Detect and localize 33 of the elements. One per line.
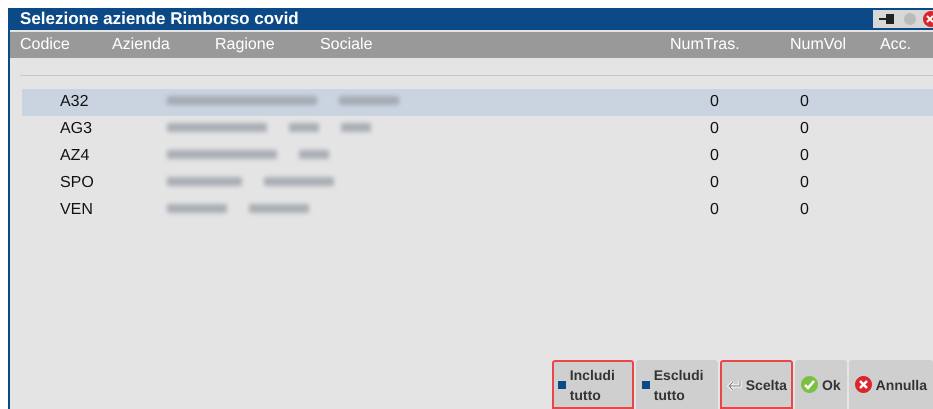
table-cell: 0: [800, 120, 809, 138]
table-cell: AZ4: [60, 147, 90, 165]
pin-icon[interactable]: [879, 13, 897, 25]
table-row[interactable]: SPO 0 0: [22, 170, 933, 197]
table-row[interactable]: VEN 0 0: [22, 197, 933, 224]
square-icon: [642, 380, 650, 388]
table-cell: 0: [710, 201, 719, 219]
action-button[interactable]: Ok: [794, 360, 847, 409]
table-cell: A32: [60, 93, 88, 111]
table-row[interactable]: AG3 0 0: [22, 116, 933, 143]
table-cell: VEN: [60, 201, 93, 219]
table-cell: AG3: [60, 120, 92, 138]
action-button[interactable]: Includi tutto: [552, 360, 634, 409]
table-row[interactable]: A32 0 0: [22, 89, 933, 116]
action-button[interactable]: Scelta: [720, 360, 793, 409]
action-button[interactable]: Annulla: [848, 360, 933, 409]
square-icon: [558, 380, 566, 388]
window-title: Selezione aziende Rimborso covid: [20, 9, 299, 29]
action-button[interactable]: Escludi tutto: [636, 360, 718, 409]
table-cell: 0: [800, 93, 809, 111]
table-cell: 0: [710, 174, 719, 192]
table-cell: 0: [710, 147, 719, 165]
cancel-icon: [854, 376, 872, 393]
table-cell: SPO: [60, 174, 94, 192]
table-cell: 0: [710, 93, 719, 111]
table-cell: 0: [800, 147, 809, 165]
close-icon[interactable]: [923, 11, 933, 27]
enter-icon: [726, 378, 742, 390]
table-cell: 0: [710, 120, 719, 138]
table-cell: 0: [800, 201, 809, 219]
check-icon: [800, 376, 818, 393]
table-cell: 0: [800, 174, 809, 192]
table-row[interactable]: AZ4 0 0: [22, 143, 933, 170]
